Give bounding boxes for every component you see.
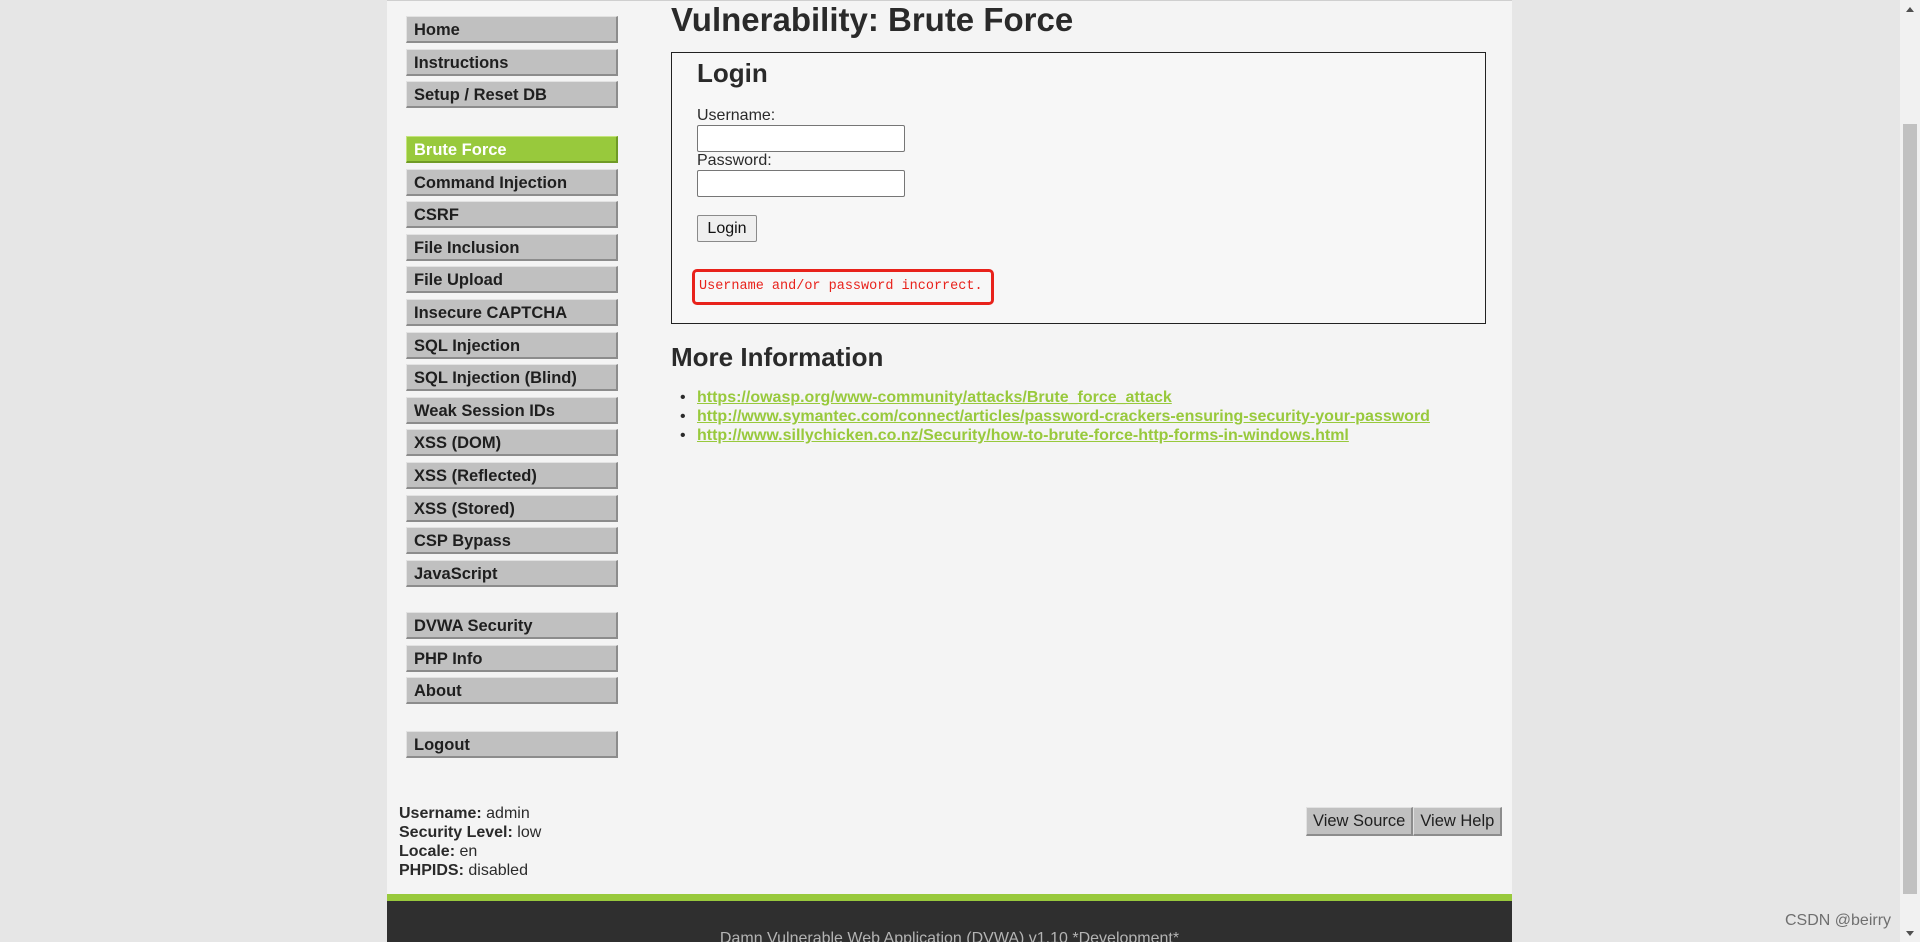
menu-item-csp-bypass[interactable]: CSP Bypass (406, 527, 618, 555)
password-input[interactable] (697, 170, 905, 197)
link-sillychicken[interactable]: http://www.sillychicken.co.nz/Security/h… (697, 427, 1349, 444)
menu-item-php-info[interactable]: PHP Info (406, 644, 618, 672)
arrow-up-icon[interactable] (1900, 0, 1920, 18)
menu-item-xss-stored[interactable]: XSS (Stored) (406, 494, 618, 522)
status-locale: Locale: en (399, 843, 478, 860)
menu-item-weak-session-ids[interactable]: Weak Session IDs (406, 396, 618, 424)
menu-item-sql-injection[interactable]: SQL Injection (406, 331, 618, 359)
menu-item-instructions[interactable]: Instructions (406, 48, 618, 76)
scrollbar-thumb[interactable] (1903, 124, 1917, 894)
menu-item-javascript[interactable]: JavaScript (406, 559, 618, 587)
footer: Damn Vulnerable Web Application (DVWA) v… (387, 901, 1512, 942)
menu-item-dvwa-security[interactable]: DVWA Security (406, 612, 618, 639)
bullet-icon: • (680, 389, 686, 406)
menu-item-setup[interactable]: Setup / Reset DB (406, 81, 618, 109)
menu-item-xss-reflected[interactable]: XSS (Reflected) (406, 461, 618, 489)
more-information-heading: More Information (671, 342, 884, 372)
menu-item-sql-injection-blind[interactable]: SQL Injection (Blind) (406, 364, 618, 392)
login-heading: Login (697, 58, 768, 88)
menu-group-vulnerabilities: Brute Force Command Injection CSRF File … (406, 136, 618, 592)
menu-item-brute-force[interactable]: Brute Force (406, 136, 618, 163)
page-container: Home Instructions Setup / Reset DB Brute… (387, 0, 1512, 942)
view-source-button[interactable]: View Source (1306, 807, 1414, 836)
vertical-scrollbar[interactable] (1900, 0, 1920, 942)
more-information-links: • https://owasp.org/www-community/attacks… (680, 388, 1430, 445)
view-help-button[interactable]: View Help (1413, 807, 1503, 836)
menu-group-main: Home Instructions Setup / Reset DB (406, 16, 618, 114)
menu-item-insecure-captcha[interactable]: Insecure CAPTCHA (406, 298, 618, 326)
arrow-down-icon[interactable] (1900, 924, 1920, 942)
menu-item-about[interactable]: About (406, 677, 618, 705)
watermark: CSDN @beirry (1785, 912, 1892, 929)
login-button[interactable]: Login (697, 215, 757, 242)
menu-item-file-inclusion[interactable]: File Inclusion (406, 233, 618, 261)
list-item: • https://owasp.org/www-community/attacks… (680, 388, 1430, 407)
menu-item-command-injection[interactable]: Command Injection (406, 168, 618, 196)
menu-item-csrf[interactable]: CSRF (406, 201, 618, 229)
link-symantec[interactable]: http://www.symantec.com/connect/articles… (697, 408, 1430, 425)
menu-item-xss-dom[interactable]: XSS (DOM) (406, 429, 618, 457)
login-form-box: Login Username: Password: Login Username… (671, 52, 1486, 324)
view-buttons: View Source View Help (1306, 807, 1503, 836)
bullet-icon: • (680, 408, 686, 425)
error-highlight-box: Username and/or password incorrect. (692, 269, 994, 305)
status-username: Username: admin (399, 805, 530, 822)
list-item: • http://www.sillychicken.co.nz/Security/… (680, 426, 1430, 445)
error-message: Username and/or password incorrect. (699, 279, 983, 294)
menu-group-logout: Logout (406, 731, 618, 764)
password-label: Password: (697, 152, 772, 169)
footer-accent-bar (387, 894, 1512, 901)
username-input[interactable] (697, 125, 905, 152)
page-title: Vulnerability: Brute Force (671, 1, 1074, 38)
status-phpids: PHPIDS: disabled (399, 862, 528, 879)
list-item: • http://www.symantec.com/connect/article… (680, 407, 1430, 426)
session-status: Username: admin Security Level: low Loca… (399, 804, 541, 880)
menu-group-settings: DVWA Security PHP Info About (406, 612, 618, 710)
footer-text: Damn Vulnerable Web Application (DVWA) v… (719, 930, 1180, 942)
bullet-icon: • (680, 427, 686, 444)
link-owasp[interactable]: https://owasp.org/www-community/attacks/… (697, 389, 1172, 406)
menu-item-logout[interactable]: Logout (406, 731, 618, 758)
menu-item-file-upload[interactable]: File Upload (406, 266, 618, 294)
username-label: Username: (697, 107, 776, 124)
menu-item-home[interactable]: Home (406, 16, 618, 43)
status-security-level: Security Level: low (399, 824, 542, 841)
